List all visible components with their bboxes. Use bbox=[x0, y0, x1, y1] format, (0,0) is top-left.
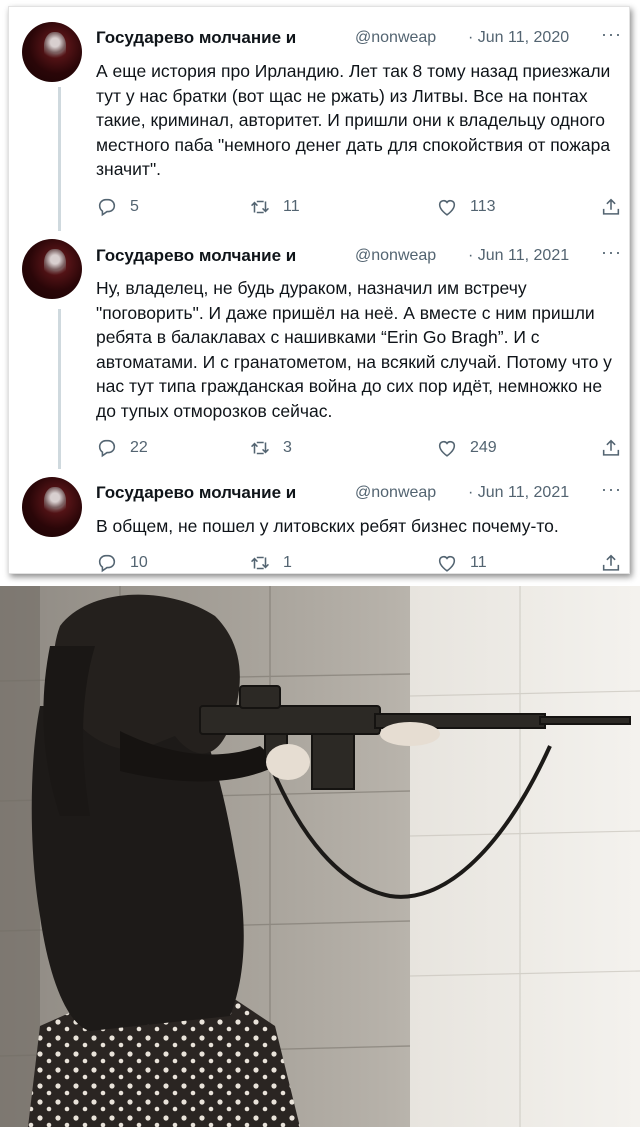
retweet-icon bbox=[251, 556, 269, 570]
tweet-date[interactable]: · Jun 11, 2021 bbox=[468, 244, 569, 268]
reply-count: 22 bbox=[130, 439, 148, 456]
author-name[interactable]: Государево молчание и bbox=[96, 481, 296, 505]
photo-illustration bbox=[0, 586, 640, 1127]
tweet-actions: 22 3 249 bbox=[96, 435, 621, 461]
tweet-date[interactable]: · Jun 11, 2021 bbox=[468, 481, 569, 505]
tweet-text: Ну, владелец, не будь дураком, назначил … bbox=[96, 278, 612, 421]
tweet-thread-card: Государево молчание и @nonweap · Jun 11,… bbox=[8, 6, 630, 574]
tweet[interactable]: Государево молчание и @nonweap · Jun 11,… bbox=[9, 231, 629, 471]
retweet-icon bbox=[251, 200, 269, 214]
share-icon bbox=[602, 198, 620, 215]
tweet-text: А еще история про Ирландию. Лет так 8 то… bbox=[96, 61, 611, 179]
tweet-header: Государево молчание и @nonweap · Jun 11,… bbox=[96, 242, 621, 268]
retweet-icon bbox=[251, 441, 269, 455]
reply-button[interactable]: 5 bbox=[96, 194, 139, 220]
tweet-text: В общем, не пошел у литовских ребят бизн… bbox=[96, 516, 559, 536]
reply-icon bbox=[98, 198, 116, 217]
like-icon bbox=[438, 440, 456, 457]
like-icon bbox=[438, 555, 456, 572]
retweet-count: 3 bbox=[283, 439, 292, 456]
like-count: 113 bbox=[470, 198, 496, 215]
more-icon[interactable]: ··· bbox=[601, 477, 622, 501]
like-count: 249 bbox=[470, 439, 497, 456]
share-icon bbox=[602, 439, 620, 456]
avatar[interactable] bbox=[22, 239, 82, 299]
retweet-count: 1 bbox=[283, 554, 292, 571]
tweet-header: Государево молчание и @nonweap · Jun 11,… bbox=[96, 24, 621, 50]
tweet-actions: 5 11 113 bbox=[96, 194, 621, 220]
author-name[interactable]: Государево молчание и bbox=[96, 244, 296, 268]
retweet-count: 11 bbox=[283, 198, 300, 215]
share-button[interactable] bbox=[600, 435, 634, 461]
tweet[interactable]: Государево молчание и @nonweap · Jun 11,… bbox=[9, 7, 629, 231]
more-icon[interactable]: ··· bbox=[601, 240, 622, 264]
tweet[interactable]: Государево молчание и @nonweap · Jun 11,… bbox=[9, 471, 629, 575]
reply-icon bbox=[98, 439, 116, 458]
like-button[interactable]: 249 bbox=[436, 435, 497, 461]
author-handle[interactable]: @nonweap bbox=[355, 481, 436, 505]
more-icon[interactable]: ··· bbox=[601, 22, 622, 46]
retweet-button[interactable]: 11 bbox=[249, 194, 300, 220]
author-handle[interactable]: @nonweap bbox=[355, 244, 436, 268]
photo-woman-with-rifle bbox=[0, 586, 640, 1127]
reply-count: 5 bbox=[130, 198, 139, 215]
like-count: 11 bbox=[470, 554, 487, 571]
share-icon bbox=[602, 554, 620, 571]
like-icon bbox=[438, 199, 456, 216]
retweet-button[interactable]: 3 bbox=[249, 435, 292, 461]
reply-button[interactable]: 22 bbox=[96, 435, 148, 461]
like-button[interactable]: 113 bbox=[436, 194, 496, 220]
share-button[interactable] bbox=[600, 194, 634, 220]
reply-icon bbox=[98, 554, 116, 573]
like-button[interactable]: 11 bbox=[436, 550, 487, 576]
tweet-actions: 10 1 11 bbox=[96, 550, 621, 576]
avatar[interactable] bbox=[22, 22, 82, 82]
tweet-header: Государево молчание и @nonweap · Jun 11,… bbox=[96, 479, 621, 505]
share-button[interactable] bbox=[600, 550, 634, 576]
author-handle[interactable]: @nonweap bbox=[355, 26, 436, 50]
retweet-button[interactable]: 1 bbox=[249, 550, 292, 576]
tweet-date[interactable]: · Jun 11, 2020 bbox=[468, 26, 569, 50]
reply-button[interactable]: 10 bbox=[96, 550, 148, 576]
author-name[interactable]: Государево молчание и bbox=[96, 26, 296, 50]
avatar[interactable] bbox=[22, 477, 82, 537]
reply-count: 10 bbox=[130, 554, 148, 571]
